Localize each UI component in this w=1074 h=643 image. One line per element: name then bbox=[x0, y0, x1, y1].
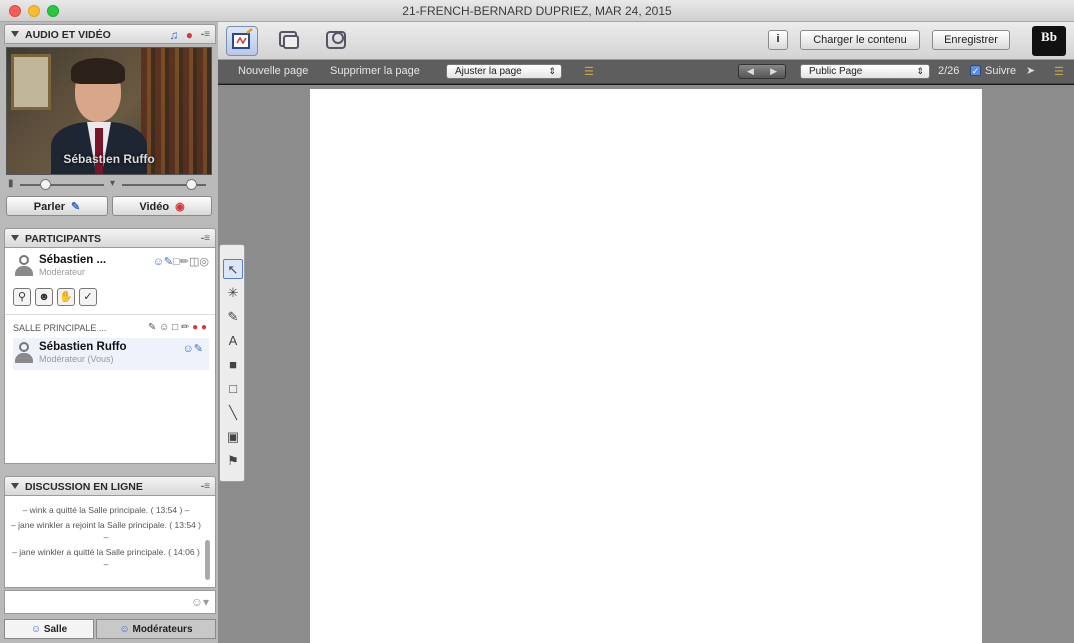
chat-panel-header[interactable]: DISCUSSION EN LIGNE -≡ bbox=[4, 476, 216, 496]
page-options-icon[interactable]: ☰ bbox=[584, 65, 594, 78]
talk-button[interactable]: Parler ✎ bbox=[6, 196, 108, 216]
checkbox-tool-icon[interactable]: ✓ bbox=[79, 288, 97, 306]
moderator-row[interactable]: Sébastien ... Modérateur ☺✎□✏◫◎ bbox=[13, 251, 209, 283]
page-count: 2/26 bbox=[938, 65, 960, 77]
profile-icon[interactable]: ☻ bbox=[35, 288, 53, 306]
room-status-icons: ✎ ☺ □ ✏ ● ● bbox=[148, 322, 207, 333]
chat-scrollbar[interactable] bbox=[205, 540, 210, 580]
speaker-icon: ▾ bbox=[110, 178, 116, 189]
tab-room[interactable]: ☺ Salle bbox=[4, 619, 94, 639]
participant-status-icons: ☺✎ bbox=[182, 343, 203, 355]
filled-rectangle-icon[interactable]: ■ bbox=[223, 355, 243, 375]
mic-level-icon: ▮ bbox=[8, 178, 14, 189]
page-toolbar: Nouvelle page Supprimer la page Ajuster … bbox=[218, 60, 1074, 84]
screenshot-tool-icon[interactable]: ▣ bbox=[223, 427, 243, 447]
info-button[interactable]: i bbox=[768, 30, 788, 50]
chat-message: – jane winkler a rejoint la Salle princi… bbox=[11, 520, 201, 542]
audio-video-panel-header[interactable]: AUDIO ET VIDÉO ♫ ● -≡ bbox=[4, 24, 216, 44]
whiteboard-page[interactable] bbox=[310, 89, 982, 643]
chat-message: – jane winkler a quitté la Salle princip… bbox=[12, 547, 200, 569]
page-navigation: ◀ ▶ bbox=[738, 64, 786, 79]
record-button[interactable]: Enregistrer bbox=[932, 30, 1010, 50]
collapse-triangle-icon[interactable] bbox=[11, 31, 19, 37]
raise-hand-icon[interactable]: ✋ bbox=[57, 288, 75, 306]
zoom-participant-icon[interactable]: ⚲ bbox=[13, 288, 31, 306]
chat-message: – wink a quitté la Salle principale. ( 1… bbox=[22, 505, 190, 515]
pointer-tool-icon[interactable]: ➤ bbox=[1026, 64, 1035, 77]
previous-page-icon[interactable]: ◀ bbox=[747, 66, 754, 77]
next-page-icon[interactable]: ▶ bbox=[770, 66, 777, 77]
chat-input[interactable]: ☺▾ bbox=[4, 590, 216, 614]
window-titlebar: 21-FRENCH-BERNARD DUPRIEZ, MAR 24, 2015 bbox=[0, 0, 1074, 22]
user-avatar-icon bbox=[15, 255, 33, 277]
info-icon: i bbox=[776, 33, 780, 45]
rectangle-tool-icon[interactable]: □ bbox=[223, 379, 243, 399]
clip-art-icon[interactable]: ⚑ bbox=[223, 451, 243, 471]
camera-icon[interactable]: ● bbox=[186, 28, 193, 42]
video-camera-icon: ◉ bbox=[175, 201, 185, 213]
fit-page-select[interactable]: Ajuster la page ⇕ bbox=[446, 64, 562, 79]
panel-menu-icon[interactable]: -≡ bbox=[201, 481, 210, 492]
speaker-volume-slider[interactable] bbox=[186, 179, 197, 190]
main-room-label: SALLE PRINCIPALE ... bbox=[13, 323, 107, 333]
talk-mic-icon: ✎ bbox=[70, 201, 81, 213]
pen-tool-icon[interactable]: ✎ bbox=[223, 307, 243, 327]
collapse-triangle-icon[interactable] bbox=[11, 483, 19, 489]
select-arrow-icon: ⇕ bbox=[916, 66, 924, 76]
video-feed: Sébastien Ruffo bbox=[6, 47, 212, 175]
participant-row[interactable]: Sébastien Ruffo Modérateur (Vous) ☺✎ bbox=[13, 338, 209, 370]
follow-label: Suivre bbox=[985, 65, 1017, 77]
painting-background bbox=[11, 54, 51, 110]
text-tool-icon[interactable]: A bbox=[223, 331, 243, 351]
left-sidebar: AUDIO ET VIDÉO ♫ ● -≡ Sébastien Ruffo ▮ … bbox=[0, 22, 218, 643]
blackboard-logo: Bb bbox=[1032, 26, 1066, 56]
load-content-button[interactable]: Charger le contenu bbox=[800, 30, 920, 50]
main-toolbar: i Charger le contenu Enregistrer Bb bbox=[218, 22, 1074, 60]
video-button[interactable]: Vidéo ◉ bbox=[112, 196, 212, 216]
moderator-status-icons: ☺✎□✏◫◎ bbox=[152, 256, 209, 268]
participant-tools: ⚲ ☻ ✋ ✓ bbox=[13, 288, 113, 308]
delete-page-link[interactable]: Supprimer la page bbox=[330, 65, 420, 77]
panel-menu-icon[interactable]: -≡ bbox=[201, 29, 210, 40]
emoticon-icon[interactable]: ☺▾ bbox=[191, 595, 209, 609]
user-avatar-icon bbox=[15, 342, 33, 364]
selection-tool-icon[interactable]: ↖ bbox=[223, 259, 243, 279]
moderators-tab-icon: ☺ bbox=[119, 624, 130, 635]
tab-moderators[interactable]: ☺ Modérateurs bbox=[96, 619, 216, 639]
video-caption: Sébastien Ruffo bbox=[63, 152, 155, 166]
room-tab-icon: ☺ bbox=[30, 624, 42, 635]
line-tool-icon[interactable]: ╲ bbox=[223, 403, 243, 423]
chat-tabs: ☺ Salle ☺ Modérateurs bbox=[4, 619, 216, 639]
follow-checkbox[interactable]: ✓ bbox=[970, 65, 981, 76]
mic-volume-slider[interactable] bbox=[40, 179, 51, 190]
window-title: 21-FRENCH-BERNARD DUPRIEZ, MAR 24, 2015 bbox=[402, 4, 672, 18]
drawing-tool-palette: ↖ ✳ ✎ A ■ □ ╲ ▣ ⚑ bbox=[219, 244, 245, 482]
microphone-icon[interactable]: ♫ bbox=[169, 28, 178, 42]
page-select[interactable]: Public Page ⇕ bbox=[800, 64, 930, 79]
participants-title: PARTICIPANTS bbox=[25, 233, 102, 245]
participants-list: Sébastien ... Modérateur ☺✎□✏◫◎ ⚲ ☻ ✋ ✓ … bbox=[4, 248, 216, 464]
chat-messages: – wink a quitté la Salle principale. ( 1… bbox=[4, 496, 216, 588]
new-page-link[interactable]: Nouvelle page bbox=[238, 65, 308, 77]
panel-menu-icon[interactable]: -≡ bbox=[201, 233, 210, 244]
chat-title: DISCUSSION EN LIGNE bbox=[25, 481, 143, 493]
audio-video-title: AUDIO ET VIDÉO bbox=[25, 29, 111, 41]
web-tour-icon[interactable] bbox=[322, 26, 354, 56]
whiteboard-mode-icon[interactable] bbox=[226, 26, 258, 56]
select-arrow-icon: ⇕ bbox=[548, 66, 556, 76]
participants-panel-header[interactable]: PARTICIPANTS -≡ bbox=[4, 228, 216, 248]
subbar-menu-icon[interactable]: ☰ bbox=[1054, 65, 1064, 78]
volume-sliders: ▮ ▾ bbox=[6, 178, 212, 192]
application-sharing-icon[interactable] bbox=[274, 26, 306, 56]
collapse-triangle-icon[interactable] bbox=[11, 235, 19, 241]
pointer-burst-icon[interactable]: ✳ bbox=[223, 283, 243, 303]
